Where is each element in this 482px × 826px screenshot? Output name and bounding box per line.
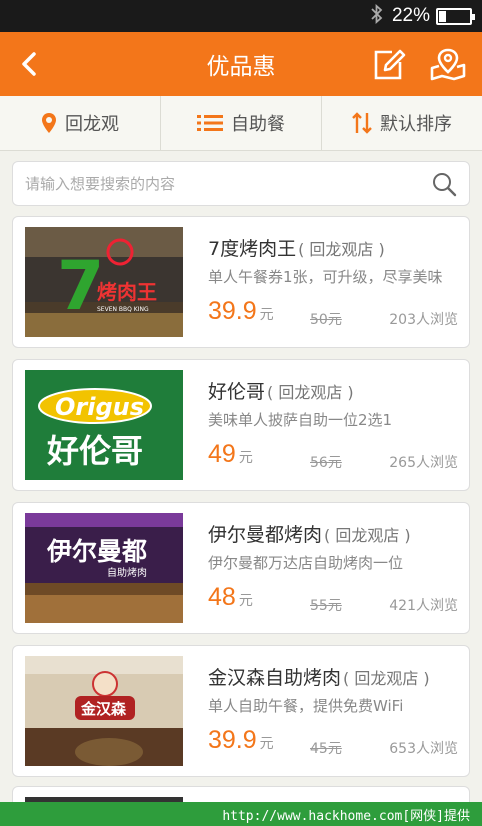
original-price: 45元: [310, 741, 342, 757]
edit-icon[interactable]: [370, 46, 408, 82]
filter-area-label: 回龙观: [65, 114, 119, 135]
deal-image: 7 烤肉王 SEVEN BBQ KING: [25, 227, 183, 337]
back-arrow-icon[interactable]: [12, 46, 48, 82]
deal-logo-text: Origus: [55, 393, 144, 421]
watermark-banner: http://www.hackhome.com[网侠]提供: [0, 802, 482, 826]
deal-card[interactable]: 金汉森 金汉森自助烤肉( 回龙观店 ) 单人自助午餐，提供免费WiFi 39.9…: [12, 645, 470, 777]
deal-image: 金汉森: [25, 656, 183, 766]
deal-image: 伊尔曼都 自助烤肉: [25, 513, 183, 623]
view-count: 203人浏览: [389, 312, 458, 328]
list-icon: [197, 115, 223, 131]
svg-text:烤肉王: 烤肉王: [97, 280, 157, 304]
deal-price: 49: [208, 440, 236, 468]
deal-name: 伊尔曼都烤肉: [208, 524, 323, 546]
price-unit: 元: [238, 593, 253, 609]
deal-name: 好伦哥: [208, 381, 266, 403]
deal-description: 伊尔曼都万达店自助烤肉一位: [208, 554, 404, 572]
deal-price: 48: [208, 583, 236, 611]
original-price: 50元: [310, 312, 342, 328]
view-count: 421人浏览: [389, 598, 458, 614]
deal-card[interactable]: Origus 好伦哥 好伦哥( 回龙观店 ) 美味单人披萨自助一位2选1 49 元…: [12, 359, 470, 491]
filter-sort-label: 默认排序: [380, 114, 452, 135]
original-price: 56元: [310, 455, 342, 471]
svg-text:好伦哥: 好伦哥: [46, 432, 143, 470]
price-unit: 元: [238, 450, 253, 466]
map-pin-icon[interactable]: [428, 46, 468, 82]
deal-branch: ( 回龙观店 ): [324, 526, 411, 545]
deal-description: 美味单人披萨自助一位2选1: [208, 411, 393, 429]
view-count: 265人浏览: [389, 455, 458, 471]
location-pin-icon: [42, 113, 56, 133]
filter-area[interactable]: 回龙观: [0, 96, 161, 150]
deal-name: 7度烤肉王: [208, 238, 297, 260]
deal-branch: ( 回龙观店 ): [267, 383, 354, 402]
filter-category[interactable]: 自助餐: [161, 96, 322, 150]
search-input[interactable]: [25, 174, 431, 193]
battery-icon: [436, 7, 475, 25]
deal-branch: ( 回龙观店 ): [343, 669, 430, 688]
deal-logo-text: 金汉森: [80, 700, 127, 718]
status-bar: 22%: [0, 0, 482, 32]
deal-price: 39.9: [208, 726, 257, 754]
deal-card[interactable]: 伊尔曼都 自助烤肉 伊尔曼都烤肉( 回龙观店 ) 伊尔曼都万达店自助烤肉一位 4…: [12, 502, 470, 634]
price-unit: 元: [259, 307, 274, 323]
deal-branch: ( 回龙观店 ): [298, 240, 385, 259]
filter-sort[interactable]: 默认排序: [322, 96, 482, 150]
sort-icon: [352, 112, 372, 134]
app-header: 优品惠: [0, 32, 482, 96]
bluetooth-icon: [370, 3, 384, 29]
deal-description: 单人自助午餐，提供免费WiFi: [208, 697, 404, 715]
deal-card[interactable]: 7 烤肉王 SEVEN BBQ KING 7度烤肉王( 回龙观店 ) 单人午餐券…: [12, 216, 470, 348]
filter-category-label: 自助餐: [231, 114, 285, 135]
svg-text:自助烤肉: 自助烤肉: [107, 566, 147, 579]
deal-image: Origus 好伦哥: [25, 370, 183, 480]
view-count: 653人浏览: [389, 741, 458, 757]
page-title: 优品惠: [206, 54, 276, 80]
search-box: [12, 161, 470, 206]
deal-logo-text: 伊尔曼都: [46, 537, 147, 566]
filter-bar: 回龙观 自助餐 默认排序: [0, 96, 482, 151]
deal-description: 单人午餐券1张，可升级，尽享美味: [208, 268, 443, 286]
original-price: 55元: [310, 598, 342, 614]
deal-name: 金汉森自助烤肉: [208, 667, 342, 689]
search-icon[interactable]: [431, 171, 457, 197]
svg-text:SEVEN BBQ KING: SEVEN BBQ KING: [97, 306, 149, 313]
deal-price: 39.9: [208, 297, 257, 325]
price-unit: 元: [259, 736, 274, 752]
battery-percentage: 22%: [391, 5, 430, 26]
